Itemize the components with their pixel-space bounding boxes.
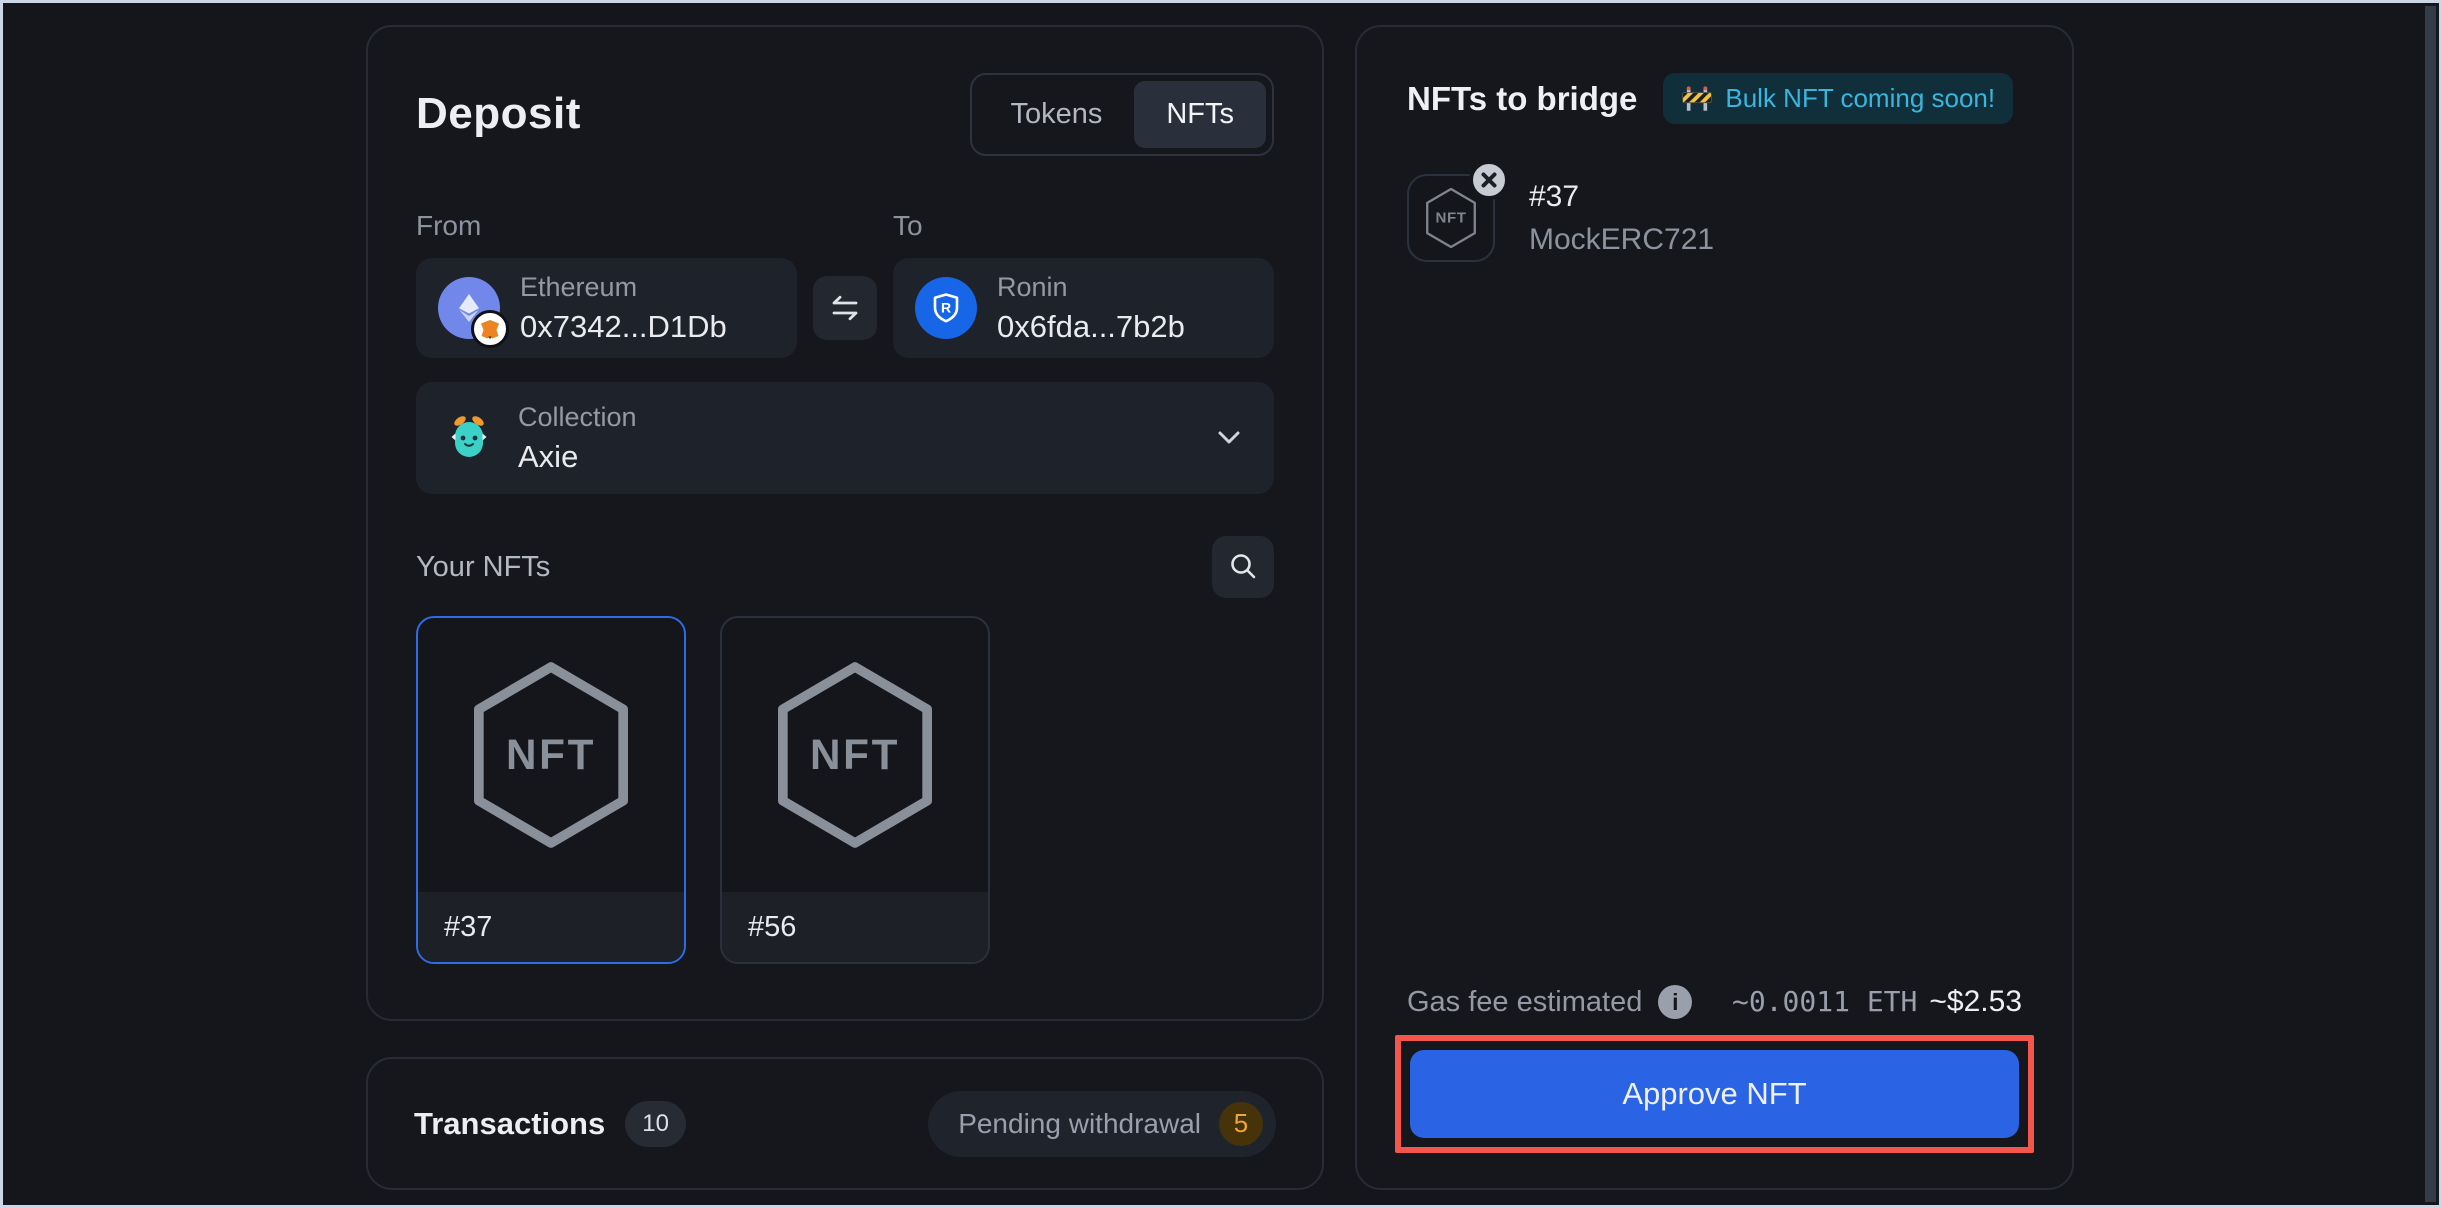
- remove-nft-button[interactable]: [1469, 160, 1509, 200]
- tab-nfts[interactable]: NFTs: [1134, 81, 1266, 148]
- transactions-title: Transactions: [414, 1106, 605, 1142]
- chevron-down-icon: [1210, 419, 1248, 457]
- nft-card-37[interactable]: NFT #37: [416, 616, 686, 964]
- deposit-card: Deposit Tokens NFTs From: [366, 25, 1324, 1021]
- to-network-info: Ronin 0x6fda...7b2b: [997, 272, 1185, 345]
- axie-icon: [442, 411, 496, 465]
- from-label: From: [416, 210, 797, 242]
- bridge-title: NFTs to bridge: [1407, 80, 1637, 118]
- gas-fee-label: Gas fee estimated: [1407, 986, 1642, 1019]
- nft-placeholder-text: NFT: [810, 731, 900, 778]
- collection-dropdown[interactable]: Collection Axie: [416, 382, 1274, 494]
- bulk-nft-badge: Bulk NFT coming soon!: [1663, 73, 2013, 124]
- gas-fee-values: ~0.0011 ETH ~$2.53: [1732, 985, 2022, 1019]
- bridge-app-page: Deposit Tokens NFTs From: [0, 0, 2442, 1208]
- nft-card-56[interactable]: NFT #56: [720, 616, 990, 964]
- your-nfts-header: Your NFTs: [416, 536, 1274, 598]
- approve-nft-button[interactable]: Approve NFT: [1410, 1050, 2019, 1138]
- swap-arrows-icon: [827, 290, 863, 326]
- close-icon: [1480, 171, 1498, 189]
- nft-artwork-placeholder: NFT: [418, 618, 684, 892]
- swap-wrapper: [797, 276, 893, 340]
- annotation-highlight-box: Approve NFT: [1395, 1035, 2034, 1153]
- nft-card-id: #37: [418, 892, 684, 962]
- bridge-item-info: #37 MockERC721: [1529, 180, 1714, 257]
- from-network-selector[interactable]: Ethereum 0x7342...D1Db: [416, 258, 797, 358]
- page-scrollbar[interactable]: [2425, 6, 2436, 1202]
- from-network-info: Ethereum 0x7342...D1Db: [520, 272, 727, 345]
- bridge-item: NFT #37 MockERC721: [1407, 174, 2022, 262]
- info-icon[interactable]: i: [1658, 985, 1692, 1019]
- nft-grid: NFT #37 NFT #56: [416, 616, 1274, 964]
- bulk-nft-badge-text: Bulk NFT coming soon!: [1725, 83, 1995, 114]
- from-wallet-address: 0x7342...D1Db: [520, 309, 727, 345]
- ethereum-network-icon: [438, 277, 500, 339]
- ronin-letter: R: [941, 300, 951, 316]
- nft-placeholder-text: NFT: [506, 731, 596, 778]
- gas-fee-row: Gas fee estimated i ~0.0011 ETH ~$2.53: [1407, 985, 2022, 1019]
- bridge-item-id: #37: [1529, 180, 1714, 214]
- asset-type-tabs: Tokens NFTs: [970, 73, 1274, 156]
- pending-withdrawal-label: Pending withdrawal: [958, 1108, 1201, 1140]
- tab-tokens[interactable]: Tokens: [978, 81, 1134, 148]
- route-section: From: [416, 210, 1274, 358]
- nft-placeholder-text: NFT: [1435, 210, 1466, 227]
- to-column: To R Ronin 0x6fda...7b2b: [893, 210, 1274, 358]
- transactions-row: Transactions 10 Pending withdrawal 5: [368, 1059, 1322, 1188]
- ronin-icon: R: [915, 277, 977, 339]
- from-column: From: [416, 210, 797, 358]
- nft-card-id: #56: [722, 892, 988, 962]
- to-network-name: Ronin: [997, 272, 1185, 303]
- your-nfts-label: Your NFTs: [416, 551, 550, 584]
- pending-withdrawal-pill[interactable]: Pending withdrawal 5: [928, 1091, 1276, 1157]
- nft-hexagon-icon: NFT: [1422, 186, 1480, 250]
- bridge-item-collection: MockERC721: [1529, 223, 1714, 257]
- swap-direction-button[interactable]: [813, 276, 877, 340]
- transactions-count-badge: 10: [625, 1101, 686, 1147]
- ronin-shield-icon: R: [928, 290, 964, 326]
- transactions-card[interactable]: Transactions 10 Pending withdrawal 5: [366, 1057, 1324, 1190]
- pending-count-badge: 5: [1219, 1102, 1263, 1146]
- metamask-icon: [471, 310, 509, 348]
- nfts-to-bridge-panel: NFTs to bridge Bulk NFT coming soo: [1355, 25, 2074, 1190]
- search-button[interactable]: [1212, 536, 1274, 598]
- nft-hexagon-icon: NFT: [767, 658, 943, 852]
- page-title: Deposit: [416, 89, 581, 139]
- to-network-selector[interactable]: R Ronin 0x6fda...7b2b: [893, 258, 1274, 358]
- gas-fee-eth: ~0.0011 ETH: [1732, 985, 1917, 1018]
- from-network-name: Ethereum: [520, 272, 727, 303]
- to-label: To: [893, 210, 1274, 242]
- construction-barrier-icon: [1681, 84, 1713, 114]
- bridge-panel-spacer: [1407, 262, 2022, 985]
- collection-value: Axie: [518, 439, 637, 475]
- nft-hexagon-icon: NFT: [463, 658, 639, 852]
- metamask-fox-icon: [478, 317, 502, 341]
- gas-fee-usd: ~$2.53: [1929, 985, 2022, 1019]
- gas-fee-label-group: Gas fee estimated i: [1407, 985, 1692, 1019]
- to-wallet-address: 0x6fda...7b2b: [997, 309, 1185, 345]
- bridge-item-thumbnail: NFT: [1407, 174, 1495, 262]
- collection-label: Collection: [518, 402, 637, 433]
- search-icon: [1226, 550, 1260, 584]
- nft-artwork-placeholder: NFT: [722, 618, 988, 892]
- deposit-header: Deposit Tokens NFTs: [416, 73, 1274, 156]
- bridge-header: NFTs to bridge Bulk NFT coming soo: [1407, 73, 2022, 124]
- collection-info: Collection Axie: [518, 402, 637, 475]
- ronin-network-icon: R: [915, 277, 977, 339]
- transactions-title-group: Transactions 10: [414, 1101, 686, 1147]
